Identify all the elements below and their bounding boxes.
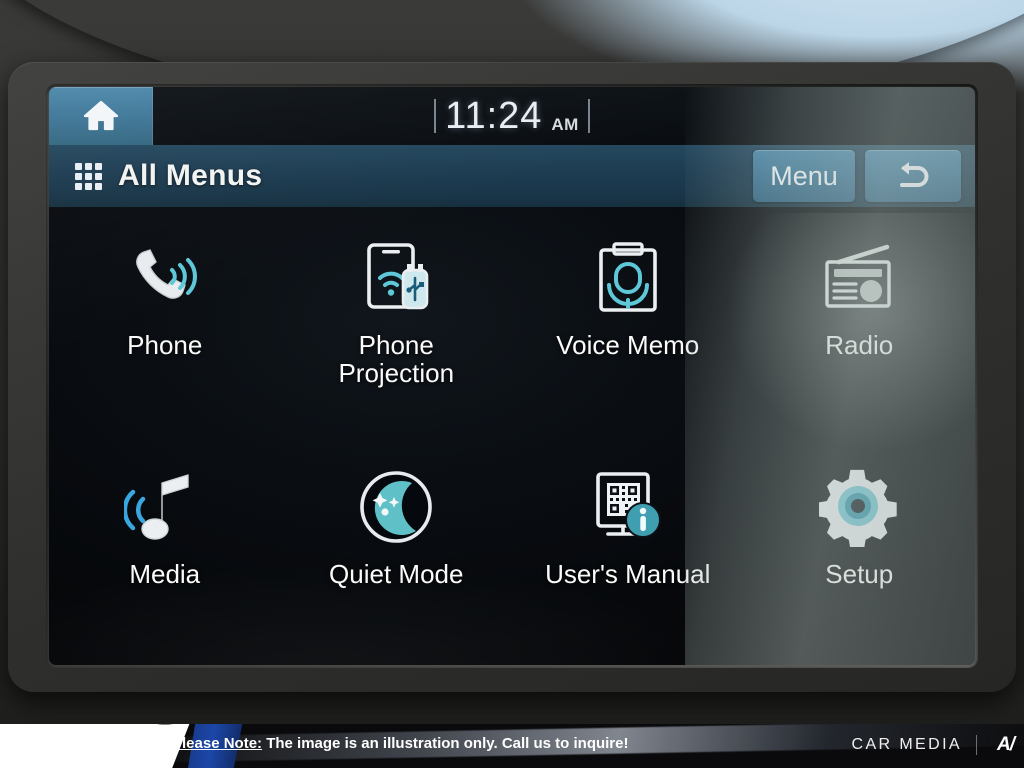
disclaimer-prefix: Please Note: <box>172 735 263 752</box>
back-arrow-icon <box>900 162 929 187</box>
titlebar-buttons: Menu <box>753 150 975 202</box>
app-label: Phone Projection <box>338 330 455 389</box>
screen-frame: 11:24 AM All Menus Menu Phone Phone Proj… <box>46 84 978 668</box>
clock-divider-left <box>434 99 437 133</box>
app-tile-users-manual[interactable]: User's Manual <box>512 442 744 665</box>
app-tile-quiet-mode[interactable]: Quiet Mode <box>281 442 513 665</box>
app-tile-setup[interactable]: Setup <box>744 442 976 665</box>
app-label: Quiet Mode <box>329 559 464 589</box>
status-bar: 11:24 AM <box>49 87 975 145</box>
app-label: Voice Memo <box>556 330 700 360</box>
voice-memo-icon <box>590 235 666 321</box>
setup-gear-icon <box>819 464 899 550</box>
app-tile-voice-memo[interactable]: Voice Memo <box>512 213 744 442</box>
grid-menu-icon <box>75 162 102 190</box>
app-grid: Phone Phone Projection Voice Memo Radio … <box>49 213 975 665</box>
phone-projection-icon <box>355 235 437 321</box>
disclaimer-text: The image is an illustration only. Call … <box>262 735 629 752</box>
title-bar: All Menus Menu <box>49 145 975 207</box>
av-logo-mark: A/ <box>997 734 1015 755</box>
clock: 11:24 AM <box>49 87 975 145</box>
radio-icon <box>817 235 901 321</box>
footer-banner: LAURIA 401 HYUNDAI www.lauria.ca Please … <box>0 724 1024 768</box>
app-label: Media <box>129 559 201 589</box>
media-note-icon <box>123 464 206 550</box>
app-tile-phone-projection[interactable]: Phone Projection <box>281 213 513 442</box>
app-label: Radio <box>825 330 894 360</box>
app-label: Phone <box>127 330 203 360</box>
clock-meridiem: AM <box>551 115 579 134</box>
vehicle-dashboard-photo: 11:24 AM All Menus Menu Phone Phone Proj… <box>0 0 1024 768</box>
app-label: Setup <box>825 559 894 589</box>
brand-divider <box>976 735 977 755</box>
infotainment-screen: 11:24 AM All Menus Menu Phone Phone Proj… <box>49 87 975 665</box>
head-unit-bezel: 11:24 AM All Menus Menu Phone Phone Proj… <box>8 62 1016 692</box>
app-tile-media[interactable]: Media <box>49 442 281 665</box>
back-button[interactable] <box>865 150 961 202</box>
disclaimer-note: Please Note: The image is an illustratio… <box>172 735 629 752</box>
app-label: User's Manual <box>545 559 711 589</box>
page-title: All Menus <box>118 159 263 192</box>
app-tile-radio[interactable]: Radio <box>744 213 976 442</box>
phone-handset-icon <box>127 235 203 321</box>
app-tile-phone[interactable]: Phone <box>49 213 281 442</box>
car-media-brand: CAR MEDIA <box>851 736 962 753</box>
quiet-mode-moon-icon <box>356 464 436 550</box>
menu-button[interactable]: Menu <box>753 150 855 202</box>
clock-divider-right <box>587 99 590 133</box>
users-manual-qr-icon <box>588 464 668 550</box>
clock-time: 11:24 <box>445 94 543 137</box>
